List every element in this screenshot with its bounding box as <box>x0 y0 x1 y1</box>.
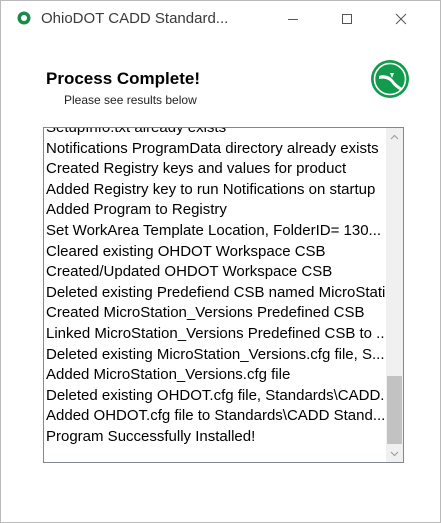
window-title: OhioDOT CADD Standard... <box>41 10 229 27</box>
maximize-icon <box>342 14 352 24</box>
list-item[interactable]: Created MicroStation_Versions Predefined… <box>46 303 385 324</box>
maximize-button[interactable] <box>324 1 370 37</box>
list-item[interactable]: Cleared existing OHDOT Workspace CSB <box>46 242 385 263</box>
scroll-up-button[interactable] <box>386 128 403 145</box>
list-item[interactable]: Notifications ProgramData directory alre… <box>46 139 385 160</box>
results-list[interactable]: SetupInfo.txt already exists Notificatio… <box>43 127 404 463</box>
ohio-logo-icon <box>371 60 409 98</box>
scroll-down-button[interactable] <box>386 445 403 462</box>
list-item[interactable]: Linked MicroStation_Versions Predefined … <box>46 324 385 345</box>
title-bar[interactable]: OhioDOT CADD Standard... <box>1 1 440 41</box>
minimize-icon <box>288 19 298 20</box>
page-title: Process Complete! <box>46 69 200 88</box>
list-item[interactable]: Deleted existing MicroStation_Versions.c… <box>46 345 385 366</box>
list-item[interactable]: Created/Updated OHDOT Workspace CSB <box>46 262 385 283</box>
vertical-scrollbar[interactable] <box>386 128 403 462</box>
list-item[interactable]: SetupInfo.txt already exists <box>46 128 385 139</box>
scrollbar-thumb[interactable] <box>387 376 402 444</box>
status-header: Process Complete! Please see results bel… <box>1 41 440 116</box>
list-item[interactable]: Program Successfully Installed! <box>46 427 385 448</box>
page-subtitle: Please see results below <box>64 93 197 107</box>
ohiodot-app-icon <box>17 11 31 25</box>
list-item[interactable]: Set WorkArea Template Location, FolderID… <box>46 221 385 242</box>
list-item[interactable]: Added OHDOT.cfg file to Standards\CADD S… <box>46 406 385 427</box>
close-button[interactable] <box>378 1 424 37</box>
chevron-up-icon <box>390 134 399 139</box>
results-list-content: SetupInfo.txt already exists Notificatio… <box>46 128 385 448</box>
list-item[interactable]: Created Registry keys and values for pro… <box>46 159 385 180</box>
chevron-down-icon <box>390 451 399 456</box>
list-item[interactable]: Deleted existing OHDOT.cfg file, Standar… <box>46 386 385 407</box>
installer-window: OhioDOT CADD Standard... Process Complet… <box>0 0 441 523</box>
list-item[interactable]: Deleted existing Predefiend CSB named Mi… <box>46 283 385 304</box>
list-item[interactable]: Added Registry key to run Notifications … <box>46 180 385 201</box>
minimize-button[interactable] <box>270 1 316 37</box>
list-item[interactable]: Added Program to Registry <box>46 200 385 221</box>
close-icon <box>395 13 407 25</box>
list-item[interactable]: Added MicroStation_Versions.cfg file <box>46 365 385 386</box>
